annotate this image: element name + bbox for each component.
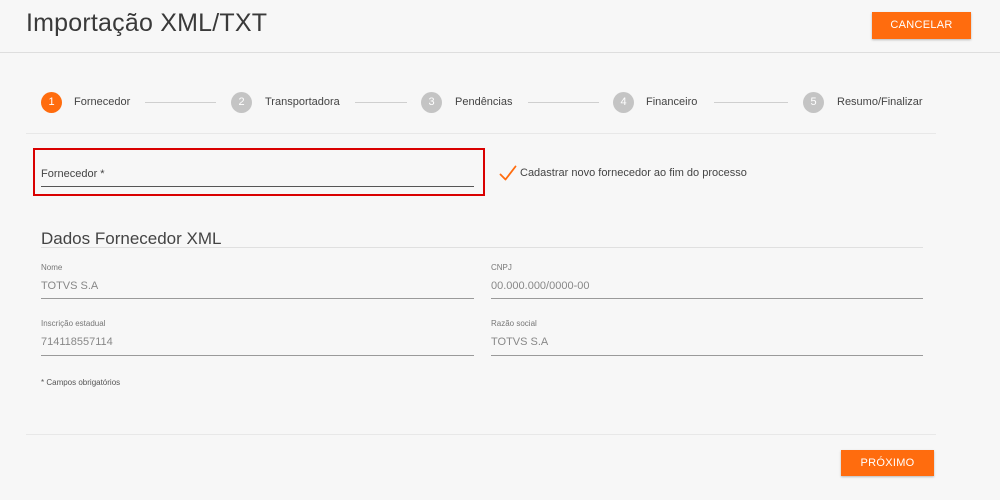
stepper-divider [26, 133, 936, 134]
step-connector [714, 102, 788, 103]
cnpj-label: CNPJ [491, 263, 512, 272]
nome-field-underline [41, 298, 474, 299]
required-fields-note: * Campos obrigatórios [41, 378, 121, 387]
cnpj-value: 00.000.000/0000-00 [491, 280, 590, 292]
page-title: Importação XML/TXT [26, 9, 268, 37]
step-3-number[interactable]: 3 [421, 92, 442, 113]
page-header: Importação XML/TXT CANCELAR [0, 0, 1000, 53]
step-connector [145, 102, 216, 103]
step-3-label[interactable]: Pendências [455, 96, 513, 108]
inscricao-label: Inscrição estadual [41, 319, 106, 328]
checkmark-icon[interactable] [499, 164, 517, 182]
footer-divider [26, 434, 936, 435]
step-5-label[interactable]: Resumo/Finalizar [837, 96, 923, 108]
nome-value: TOTVS S.A [41, 280, 99, 292]
nome-label: Nome [41, 263, 63, 272]
inscricao-field-underline [41, 355, 474, 356]
fornecedor-input[interactable] [41, 186, 474, 187]
cancel-button[interactable]: CANCELAR [872, 12, 971, 39]
register-new-supplier-label[interactable]: Cadastrar novo fornecedor ao fim do proc… [520, 167, 747, 179]
razao-field-underline [491, 355, 923, 356]
step-4-number[interactable]: 4 [613, 92, 634, 113]
step-1-number[interactable]: 1 [41, 92, 62, 113]
step-2-number[interactable]: 2 [231, 92, 252, 113]
inscricao-value: 714118557114 [41, 336, 113, 348]
razao-value: TOTVS S.A [491, 336, 549, 348]
import-stepper: 1 Fornecedor 2 Transportadora 3 Pendênci… [0, 85, 1000, 120]
step-5-number[interactable]: 5 [803, 92, 824, 113]
razao-label: Razão social [491, 319, 537, 328]
section-divider [41, 247, 923, 248]
step-1-label[interactable]: Fornecedor [74, 96, 130, 108]
section-title: Dados Fornecedor XML [41, 229, 222, 248]
fornecedor-field-label: Fornecedor * [41, 168, 105, 180]
step-connector [528, 102, 599, 103]
step-4-label[interactable]: Financeiro [646, 96, 697, 108]
cnpj-field-underline [491, 298, 923, 299]
step-connector [355, 102, 407, 103]
next-button[interactable]: PRÓXIMO [841, 450, 934, 476]
step-2-label[interactable]: Transportadora [265, 96, 340, 108]
